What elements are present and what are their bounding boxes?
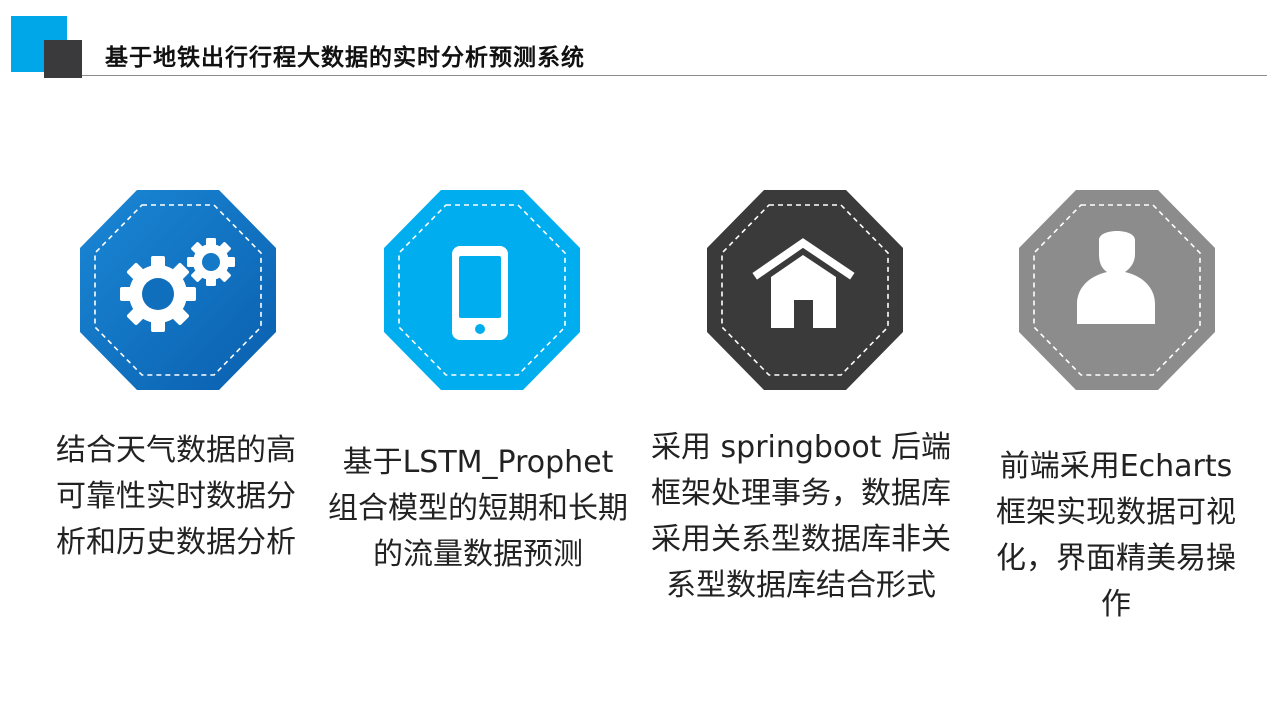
octagon-badge [78,188,278,392]
octagon-badge [1017,188,1217,392]
octagon-badge [705,188,905,392]
feature-description: 基于LSTM_Prophet组合模型的短期和长期的流量数据预测 [328,445,628,572]
header-dark-square [44,40,82,78]
feature-description: 前端采用Echarts框架实现数据可视化，界面精美易操作 [996,449,1236,622]
page-title: 基于地铁出行行程大数据的实时分析预测系统 [105,45,585,71]
home-icon [707,190,903,390]
octagon-badge [382,188,582,392]
title-divider [82,75,1267,76]
feature-description: 采用 springboot 后端框架处理事务，数据库采用关系型数据库非关系型数据… [651,430,951,603]
smartphone-icon [384,190,580,390]
gears-icon [80,190,276,390]
user-icon [1019,190,1215,390]
feature-description: 结合天气数据的高可靠性实时数据分析和历史数据分析 [56,433,296,560]
